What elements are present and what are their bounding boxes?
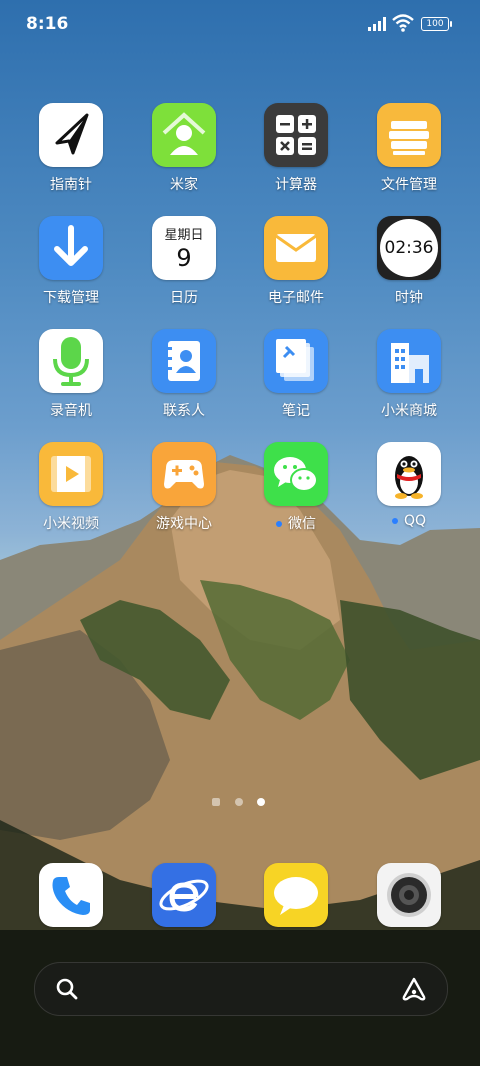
microphone-icon [39,329,103,393]
email-envelope-icon [264,216,328,280]
download-arrow-icon [39,216,103,280]
app-notes[interactable]: 笔记 [246,329,346,420]
video-film-icon [39,442,103,506]
app-recorder[interactable]: 录音机 [21,329,121,420]
qq-penguin-icon [377,442,441,506]
clock-icon: 02:36 [377,216,441,280]
dock-phone[interactable] [21,863,121,927]
app-download-manager[interactable]: 下载管理 [21,216,121,307]
dock-messages[interactable] [246,863,346,927]
search-bar[interactable] [34,962,448,1016]
app-label: 计算器 [275,177,317,193]
calendar-day: 9 [176,244,192,272]
new-badge-dot [276,521,282,527]
app-label: 小米商城 [381,403,437,419]
dock-browser[interactable] [134,863,234,927]
app-email[interactable]: 电子邮件 [246,216,346,307]
app-game-center[interactable]: 游戏中心 [134,442,234,533]
contacts-icon [152,329,216,393]
app-label: 指南针 [50,177,92,193]
gamepad-icon [152,442,216,506]
messages-icon [264,863,328,927]
app-label: 笔记 [282,403,310,419]
camera-icon [377,863,441,927]
app-label: 时钟 [395,290,423,306]
app-label: 日历 [170,290,198,306]
calendar-icon: 星期日 9 [152,216,216,280]
app-label-text: QQ [403,513,427,529]
app-label: QQ [359,513,459,529]
app-label: 下载管理 [43,290,99,306]
battery-indicator: 100 [421,17,452,31]
app-compass[interactable]: 指南针 [21,103,121,194]
page-indicator-list-icon [212,798,220,806]
app-mi-store[interactable]: 小米商城 [359,329,459,420]
app-calculator[interactable]: 计算器 [246,103,346,194]
calculator-icon [264,103,328,167]
status-time: 8:16 [26,14,69,34]
wifi-icon [392,14,414,32]
app-file-manager[interactable]: 文件管理 [359,103,459,194]
app-contacts[interactable]: 联系人 [134,329,234,420]
app-clock[interactable]: 02:36 时钟 [359,216,459,307]
assistant-icon[interactable] [401,976,427,1002]
notes-icon [264,329,328,393]
app-label: 电子邮件 [268,290,324,306]
app-qq[interactable]: QQ [359,442,459,529]
app-label-text: 微信 [288,516,316,532]
app-label: 录音机 [50,403,92,419]
calendar-weekday: 星期日 [164,228,204,243]
mijia-home-icon [152,103,216,167]
app-calendar[interactable]: 星期日 9 日历 [134,216,234,307]
app-mi-video[interactable]: 小米视频 [21,442,121,533]
app-label: 联系人 [163,403,205,419]
app-wechat[interactable]: 微信 [246,442,346,533]
page-indicator-dot [235,798,243,806]
app-label: 文件管理 [381,177,437,193]
page-indicator-dot-active [257,798,265,806]
clock-time: 02:36 [380,219,438,277]
signal-icon [368,17,386,31]
compass-icon [39,103,103,167]
search-icon[interactable] [55,977,79,1001]
app-label: 米家 [170,177,198,193]
app-label: 游戏中心 [156,516,212,532]
app-label: 小米视频 [43,516,99,532]
wechat-icon [264,442,328,506]
file-manager-icon [377,103,441,167]
phone-icon [39,863,103,927]
status-bar: 8:16 100 [0,0,480,48]
app-mijia[interactable]: 米家 [134,103,234,194]
app-label: 微信 [246,513,346,533]
store-building-icon [377,329,441,393]
browser-icon [152,863,216,927]
battery-level: 100 [426,19,444,29]
dock-camera[interactable] [359,863,459,927]
new-badge-dot [391,518,398,524]
